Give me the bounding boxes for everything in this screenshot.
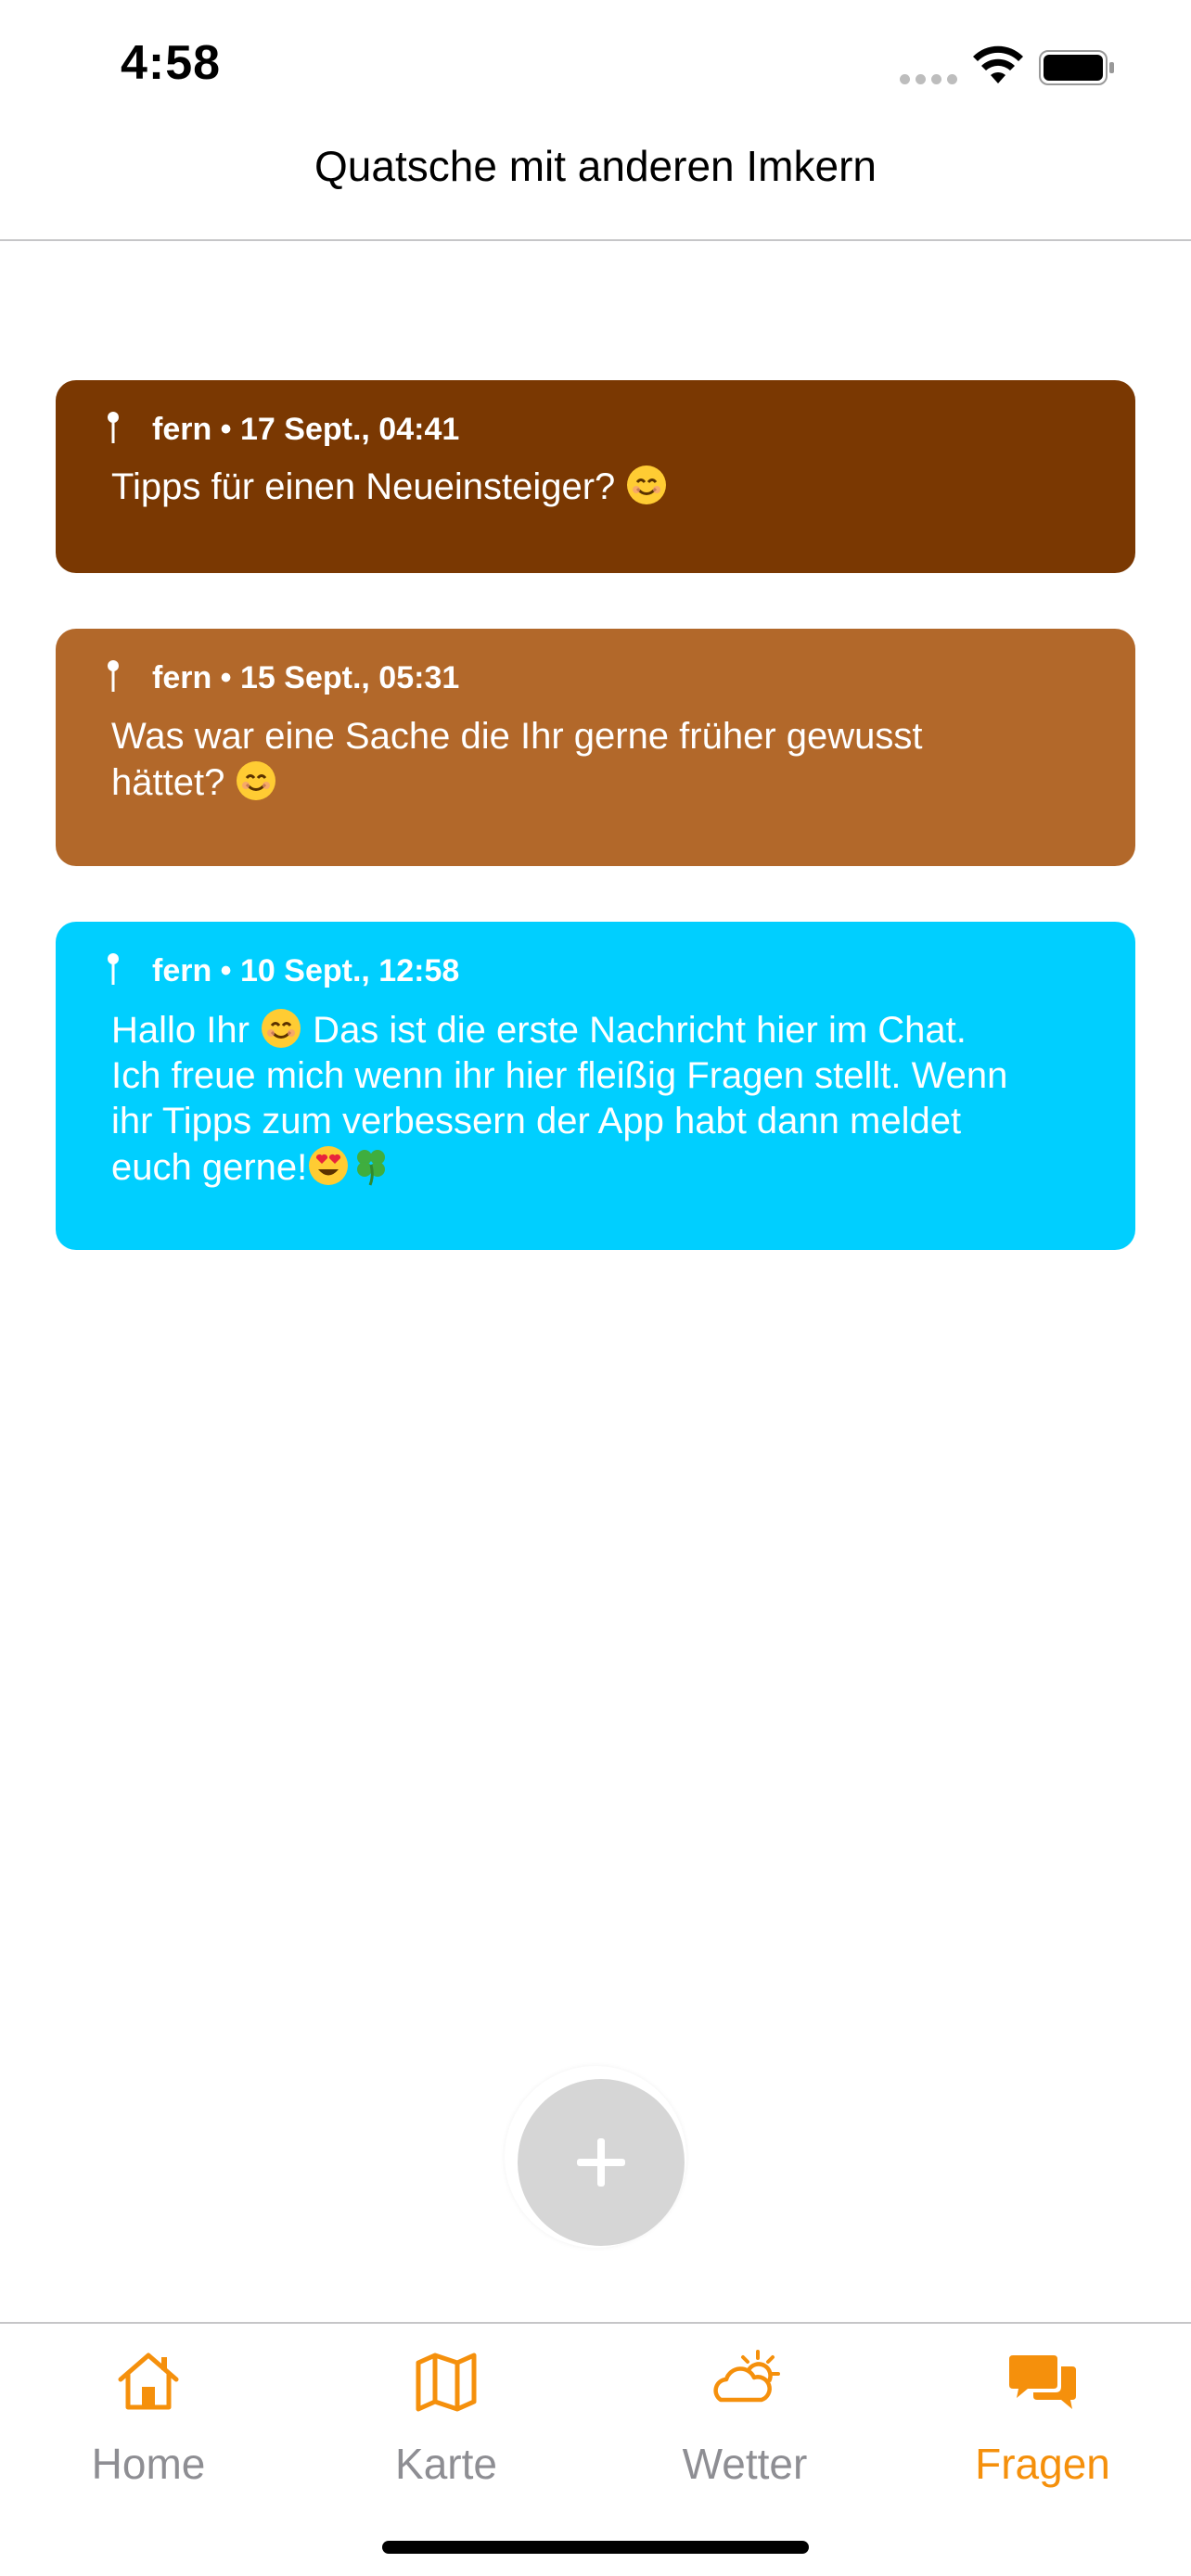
- header-divider: [0, 239, 1191, 241]
- message-line: Ich freue mich wenn ihr hier fleißig Fra…: [111, 1055, 1008, 1096]
- message-line: euch gerne!: [111, 1144, 1076, 1191]
- message-text-part: Tipps für einen Neueinsteiger?: [111, 466, 626, 507]
- heart-eyes-icon: [309, 1146, 349, 1185]
- message-line: Hallo Ihr Das ist die erste Nachricht hi…: [111, 1007, 1076, 1053]
- message-card[interactable]: fern • 17 Sept., 04:41 Tipps für einen N…: [56, 380, 1135, 573]
- message-text: Tipps für einen Neueinsteiger?: [111, 464, 1076, 510]
- house-icon: [118, 2353, 179, 2410]
- tab-label: Karte: [395, 2440, 497, 2488]
- message-card[interactable]: fern • 15 Sept., 05:31 Was war eine Sach…: [56, 629, 1135, 866]
- smiling-face-icon: [262, 1009, 301, 1048]
- status-time: 4:58: [121, 36, 222, 90]
- battery-icon: [1039, 50, 1114, 85]
- tab-fragen[interactable]: Fragen: [931, 2339, 1154, 2506]
- tab-home[interactable]: Home: [37, 2339, 260, 2506]
- cloud-sun-icon: [713, 2350, 780, 2403]
- cellular-signal-icon: [900, 74, 959, 85]
- smiling-face-icon: [627, 465, 667, 504]
- message-meta: fern • 15 Sept., 05:31: [152, 660, 460, 695]
- page-title: Quatsche mit anderen Imkern: [314, 142, 877, 190]
- pin-icon: [108, 953, 119, 985]
- message-card[interactable]: fern • 10 Sept., 12:58 Hallo Ihr Das ist…: [56, 922, 1135, 1250]
- plus-icon: [577, 2138, 625, 2187]
- wifi-icon: [973, 45, 1023, 83]
- status-bar: 4:58: [0, 0, 1191, 130]
- map-icon: [416, 2353, 477, 2412]
- chat-screen: 4:58 Quatsche mit anderen Imkern fern • …: [0, 0, 1191, 2576]
- chat-bubbles-icon: [1009, 2355, 1076, 2409]
- home-indicator[interactable]: [382, 2541, 809, 2554]
- message-meta: fern • 17 Sept., 04:41: [152, 412, 460, 447]
- message-line: hättet?: [111, 759, 1076, 806]
- message-line: Was war eine Sache die Ihr gerne früher …: [111, 716, 923, 757]
- tab-label: Fragen: [975, 2440, 1110, 2488]
- tab-label: Wetter: [682, 2440, 808, 2488]
- message-line: ihr Tipps zum verbessern der App habt da…: [111, 1101, 962, 1141]
- four-leaf-clover-icon: [357, 1150, 386, 1186]
- pin-icon: [108, 412, 119, 443]
- message-text: Hallo Ihr Das ist die erste Nachricht hi…: [111, 1007, 1076, 1191]
- tab-bar-divider: [0, 2322, 1191, 2324]
- tab-wetter[interactable]: Wetter: [634, 2339, 856, 2506]
- tab-karte[interactable]: Karte: [335, 2339, 557, 2506]
- tab-label: Home: [91, 2440, 206, 2488]
- add-question-button[interactable]: [518, 2079, 685, 2246]
- smiling-face-icon: [237, 761, 276, 800]
- message-meta: fern • 10 Sept., 12:58: [152, 953, 460, 988]
- pin-icon: [108, 660, 119, 692]
- message-text: Was war eine Sache die Ihr gerne früher …: [111, 714, 1076, 806]
